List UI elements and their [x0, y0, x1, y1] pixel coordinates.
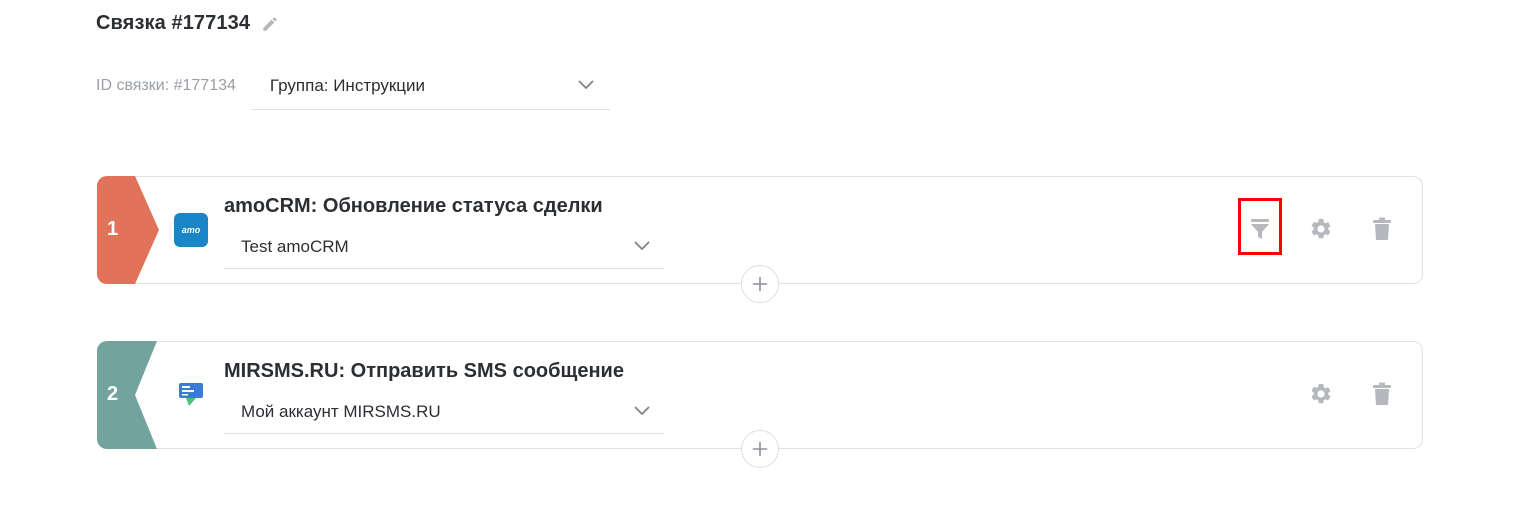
gear-icon[interactable]: [1307, 215, 1335, 243]
pencil-icon[interactable]: [260, 14, 280, 34]
step-title: amoCRM: Обновление статуса сделки: [224, 195, 603, 217]
step-number: 1: [107, 218, 119, 240]
meta-row: ID связки: #177134 Группа: Инструкции: [96, 62, 610, 110]
filter-icon[interactable]: [1246, 215, 1274, 243]
step-badge: 2: [97, 341, 159, 449]
add-step-button[interactable]: [741, 430, 779, 468]
trash-icon[interactable]: [1368, 215, 1396, 243]
group-select[interactable]: Группа: Инструкции: [251, 63, 610, 110]
plus-icon: [752, 441, 768, 457]
amocrm-logo: amo: [174, 213, 208, 247]
account-select[interactable]: Мой аккаунт MIRSMS.RU: [224, 390, 664, 434]
chevron-down-icon: [634, 238, 650, 256]
step-number: 2: [107, 383, 119, 405]
plus-icon: [752, 276, 768, 292]
step-card-2: 2 MIRSMS.RU: Отправить SMS сообщение Мой…: [97, 341, 1423, 468]
account-select-value: Test amoCRM: [241, 236, 349, 256]
chevron-down-icon: [578, 77, 594, 95]
page-header: Связка #177134: [96, 12, 280, 35]
account-select-value: Мой аккаунт MIRSMS.RU: [241, 401, 441, 421]
page-title: Связка #177134: [96, 12, 251, 34]
step-card-1: 1 amo amoCRM: Обновление статуса сделки …: [97, 176, 1423, 303]
gear-icon[interactable]: [1307, 380, 1335, 408]
trash-icon[interactable]: [1368, 380, 1396, 408]
step-badge: 1: [97, 176, 159, 284]
chevron-down-icon: [634, 403, 650, 421]
mirsms-logo: [174, 378, 208, 412]
add-step-button[interactable]: [741, 265, 779, 303]
account-select[interactable]: Test amoCRM: [224, 225, 664, 269]
group-select-value: Группа: Инструкции: [269, 75, 426, 95]
step-title: MIRSMS.RU: Отправить SMS сообщение: [224, 360, 624, 382]
connection-id-label: ID связки: #177134: [96, 77, 236, 94]
